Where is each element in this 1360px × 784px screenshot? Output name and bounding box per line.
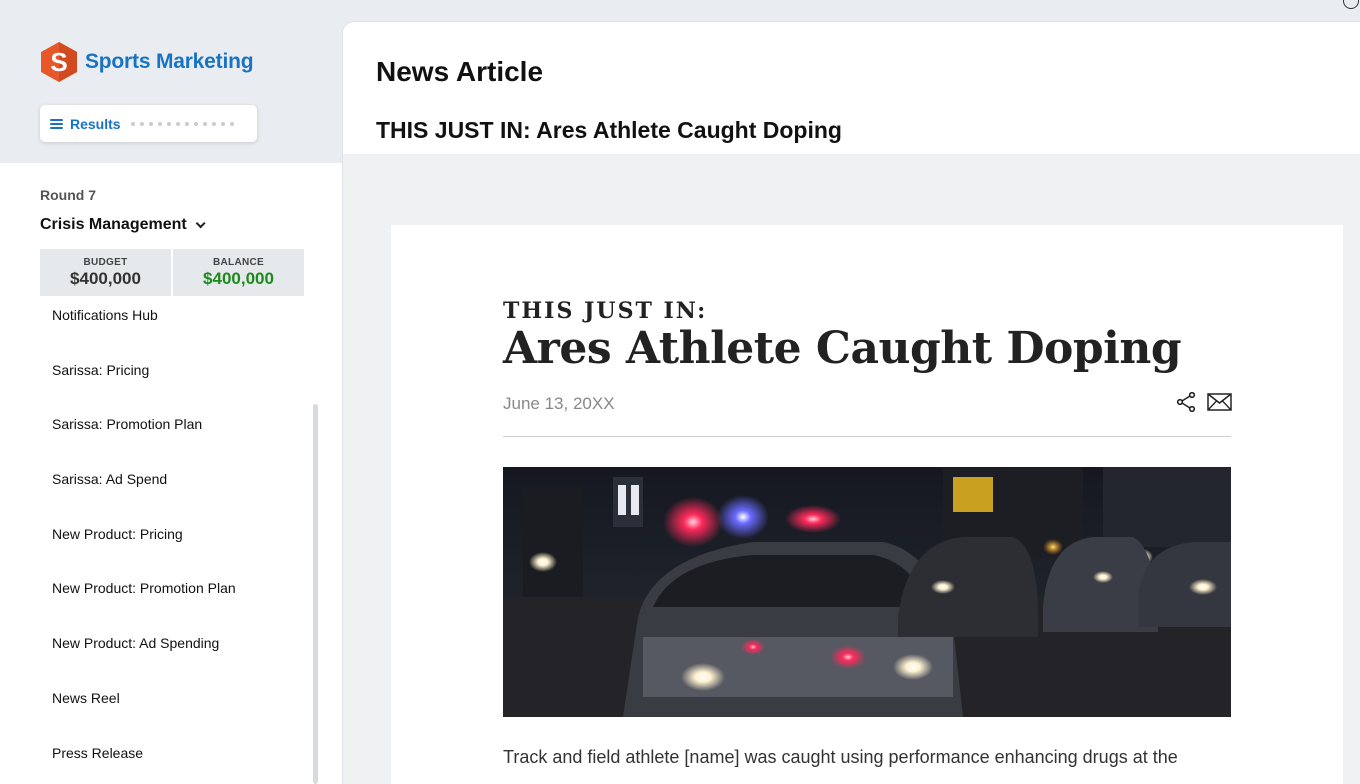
budget-summary: BUDGET $400,000 BALANCE $400,000 xyxy=(40,249,304,296)
page-subtitle: THIS JUST IN: Ares Athlete Caught Doping xyxy=(376,117,842,143)
sidebar-nav: Notifications Hub Sarissa: Pricing Saris… xyxy=(40,296,304,784)
budget-label: BUDGET xyxy=(83,256,128,268)
sidebar-item-new-product-pricing[interactable]: New Product: Pricing xyxy=(40,515,304,570)
sidebar-item-label: News Reel xyxy=(52,689,120,706)
article-canvas[interactable]: THIS JUST IN: Ares Athlete Caught Doping… xyxy=(343,154,1360,784)
menu-icon xyxy=(50,118,63,129)
article-kicker: THIS JUST IN: xyxy=(503,298,708,324)
sidebar-scrollbar[interactable] xyxy=(313,404,318,784)
sidebar-item-label: Notifications Hub xyxy=(52,307,158,323)
article-photo xyxy=(503,467,1231,717)
sidebar: S Sports Marketing Results Round 7 Crisi… xyxy=(0,0,342,784)
main-panel: News Article THIS JUST IN: Ares Athlete … xyxy=(342,21,1360,784)
budget-cell: BUDGET $400,000 xyxy=(40,249,171,296)
phase-label: Crisis Management xyxy=(40,216,187,233)
info-icon[interactable] xyxy=(1343,0,1359,9)
sidebar-item-notifications-hub[interactable]: Notifications Hub xyxy=(40,296,304,351)
progress-dots xyxy=(130,121,234,126)
results-label: Results xyxy=(70,115,121,132)
mail-icon[interactable] xyxy=(1207,392,1232,412)
sidebar-item-new-product-ad-spending[interactable]: New Product: Ad Spending xyxy=(40,624,304,679)
sidebar-item-label: Sarissa: Ad Spend xyxy=(52,471,168,488)
svg-text:S: S xyxy=(50,47,67,77)
sidebar-item-new-product-promotion-plan[interactable]: New Product: Promotion Plan xyxy=(40,569,304,624)
article-date: June 13, 20XX xyxy=(503,394,615,413)
sidebar-item-label: New Product: Ad Spending xyxy=(52,635,220,652)
article-headline: Ares Athlete Caught Doping xyxy=(503,323,1182,374)
news-article: THIS JUST IN: Ares Athlete Caught Doping… xyxy=(391,225,1343,784)
sidebar-header: S Sports Marketing Results xyxy=(0,0,342,163)
results-button[interactable]: Results xyxy=(40,105,257,142)
sidebar-item-sarissa-promotion-plan[interactable]: Sarissa: Promotion Plan xyxy=(40,405,304,460)
balance-value: $400,000 xyxy=(203,268,274,288)
brand-name: Sports Marketing xyxy=(85,50,254,73)
sidebar-item-sarissa-pricing[interactable]: Sarissa: Pricing xyxy=(40,351,304,406)
brand-logo-icon: S xyxy=(41,42,77,82)
sidebar-item-label: Sarissa: Pricing xyxy=(52,361,150,378)
sidebar-item-label: Press Release xyxy=(52,744,144,761)
sidebar-item-label: Sarissa: Promotion Plan xyxy=(52,416,203,433)
sidebar-item-sarissa-ad-spend[interactable]: Sarissa: Ad Spend xyxy=(40,460,304,515)
article-body: Track and field athlete [name] was caugh… xyxy=(503,747,1178,767)
sidebar-item-label: New Product: Promotion Plan xyxy=(52,580,236,597)
sidebar-item-press-release[interactable]: Press Release xyxy=(40,734,304,784)
page-title: News Article xyxy=(376,56,544,87)
sidebar-item-label: New Product: Pricing xyxy=(52,525,183,542)
balance-cell: BALANCE $400,000 xyxy=(173,249,304,296)
round-label: Round 7 xyxy=(40,187,96,203)
balance-label: BALANCE xyxy=(213,256,264,268)
phase-dropdown[interactable]: Crisis Management xyxy=(40,216,206,234)
sidebar-item-news-reel[interactable]: News Reel xyxy=(40,679,304,734)
share-icon[interactable] xyxy=(1175,391,1197,413)
divider xyxy=(503,436,1231,437)
budget-value: $400,000 xyxy=(70,268,141,288)
